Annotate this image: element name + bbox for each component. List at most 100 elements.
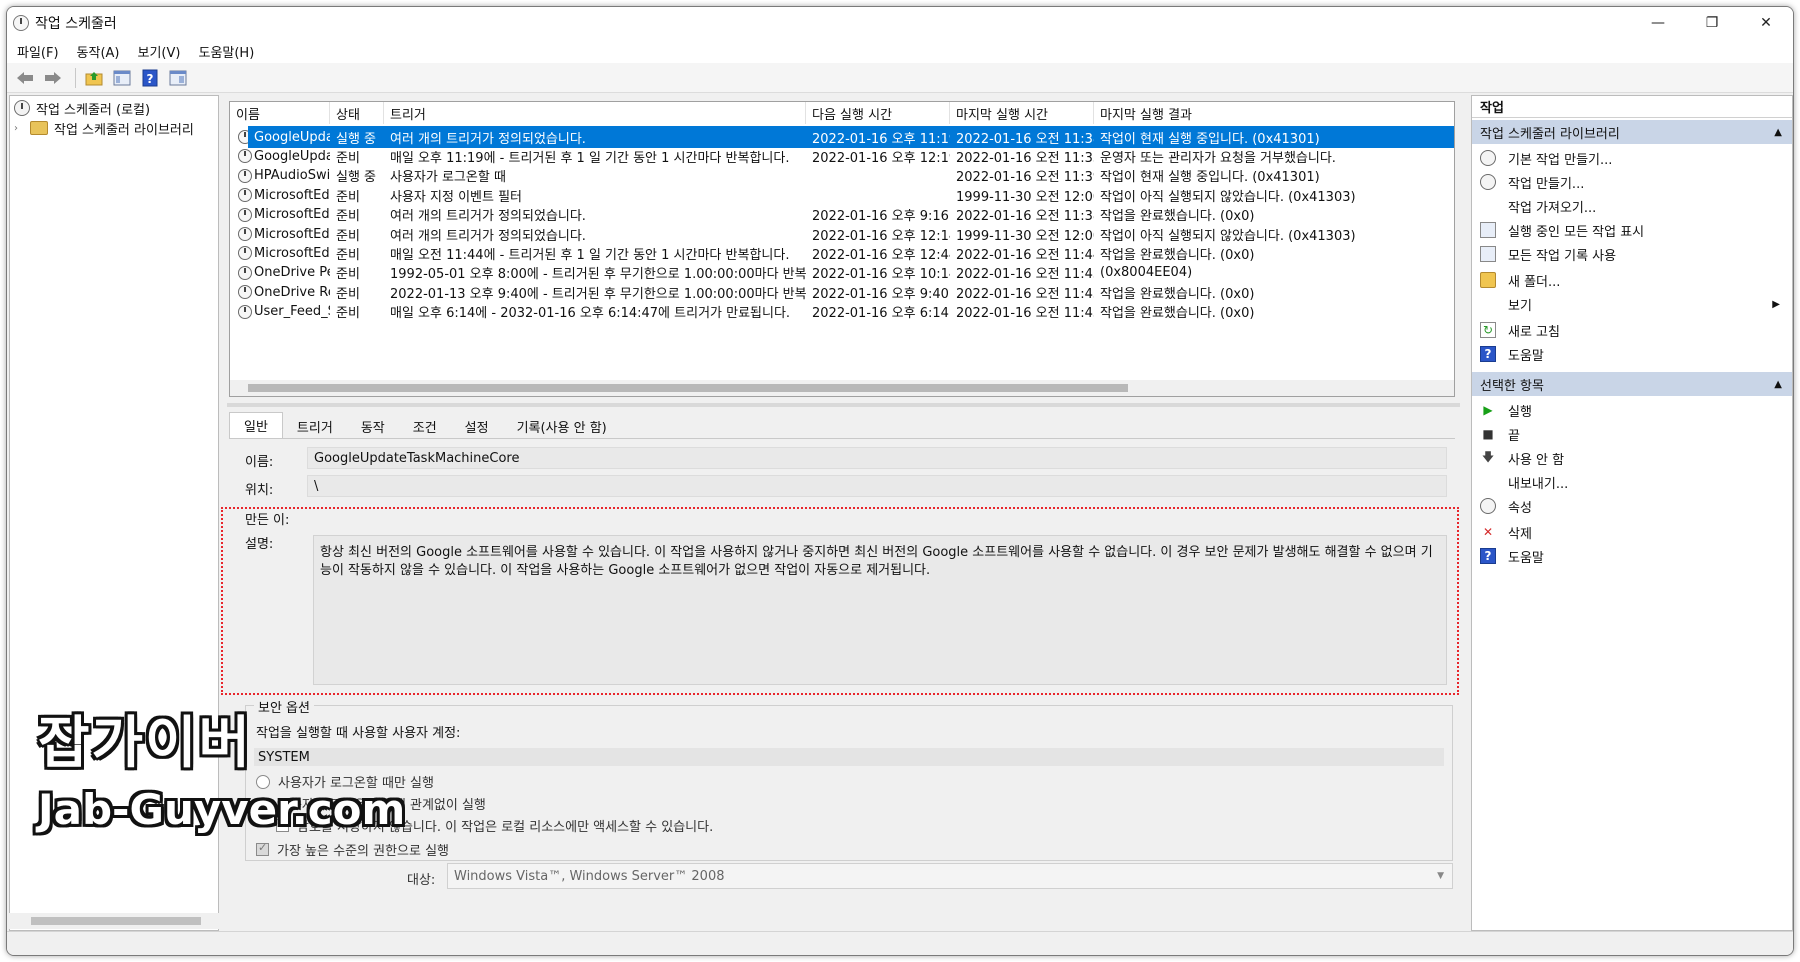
toolbar: ? xyxy=(7,63,1793,93)
submenu-arrow-icon: ▶ xyxy=(1772,298,1780,310)
action-label: 보기 xyxy=(1508,298,1532,314)
action-import-task[interactable]: 작업 가져오기... xyxy=(1480,194,1784,218)
action-new-folder[interactable]: 새 폴더... xyxy=(1480,268,1784,292)
help-button[interactable]: ? xyxy=(138,66,162,90)
column-header-next-run[interactable]: 다음 실행 시간 xyxy=(806,102,950,124)
action-label: 작업 만들기... xyxy=(1508,176,1585,192)
task-list: 이름 상태 트리거 다음 실행 시간 마지막 실행 시간 마지막 실행 결과 G… xyxy=(229,101,1455,397)
account-field[interactable]: SYSTEM xyxy=(254,748,1444,766)
action-pane-button[interactable] xyxy=(166,66,190,90)
action-label: 실행 xyxy=(1508,404,1532,420)
action-properties[interactable]: 속성 xyxy=(1480,494,1784,518)
configure-for-value: Windows Vista™, Windows Server™ 2008 xyxy=(454,868,725,884)
column-header-last-run[interactable]: 마지막 실행 시간 xyxy=(950,102,1094,124)
console-tree-button[interactable] xyxy=(110,66,134,90)
close-button[interactable]: ✕ xyxy=(1739,7,1793,39)
actions-pane: 작업 작업 스케줄러 라이브러리 ▲ 기본 작업 만들기... 작업 만들기..… xyxy=(1471,95,1793,931)
tree-item-library[interactable]: › 작업 스케줄러 라이브러리 xyxy=(14,118,194,138)
action-label: 도움말 xyxy=(1508,550,1544,566)
menu-action[interactable]: 동작(A) xyxy=(77,42,120,61)
column-header-last-result[interactable]: 마지막 실행 결과 xyxy=(1094,102,1454,124)
configure-for-label: 대상: xyxy=(407,873,436,888)
configure-for-select[interactable]: Windows Vista™, Windows Server™ 2008 ▼ xyxy=(447,863,1453,889)
action-label: 끝 xyxy=(1508,428,1520,444)
clock-icon xyxy=(14,100,30,116)
checkbox[interactable] xyxy=(256,841,269,856)
pane-icon xyxy=(113,70,131,85)
forward-button[interactable] xyxy=(41,66,65,90)
column-header-trigger[interactable]: 트리거 xyxy=(384,102,806,124)
help-icon: ? xyxy=(142,69,158,86)
tab-history[interactable]: 기록(사용 안 함) xyxy=(503,414,621,438)
menu-view[interactable]: 보기(V) xyxy=(138,42,181,61)
action-display-running-tasks[interactable]: 실행 중인 모든 작업 표시 xyxy=(1480,218,1784,242)
action-enable-history[interactable]: 모든 작업 기록 사용 xyxy=(1480,242,1784,266)
menu-help[interactable]: 도움말(H) xyxy=(198,42,254,61)
tab-general[interactable]: 일반 xyxy=(229,412,283,438)
tree-horizontal-scrollbar[interactable] xyxy=(9,913,219,929)
menu-file[interactable]: 파일(F) xyxy=(17,42,59,61)
back-button[interactable] xyxy=(13,66,37,90)
task-row[interactable]: User_Feed_S... 준비 매일 오후 6:14에 - 2032-01-16… xyxy=(230,301,1454,323)
maximize-button[interactable]: ❐ xyxy=(1685,7,1739,39)
action-create-task[interactable]: 작업 만들기... xyxy=(1480,170,1784,194)
action-create-basic-task[interactable]: 기본 작업 만들기... xyxy=(1480,146,1784,170)
action-view[interactable]: 보기 ▶ xyxy=(1480,292,1784,316)
section-title: 선택한 항목 xyxy=(1480,378,1544,394)
action-help-library[interactable]: ? 도움말 xyxy=(1480,342,1784,366)
action-disable[interactable]: 🡇 사용 안 함 xyxy=(1480,446,1784,470)
checkbox-highest-privileges[interactable]: 가장 높은 수준의 권한으로 실행 xyxy=(256,840,449,859)
tab-conditions[interactable]: 조건 xyxy=(399,414,451,438)
collapse-icon[interactable]: ▲ xyxy=(1774,127,1782,138)
pane-splitter[interactable] xyxy=(227,403,1460,407)
detail-tabs: 일반 트리거 동작 조건 설정 기록(사용 안 함) xyxy=(229,412,1455,439)
action-label: 삭제 xyxy=(1508,526,1532,542)
action-label: 도움말 xyxy=(1508,348,1544,364)
action-label: 새 폴더... xyxy=(1508,274,1561,290)
tab-settings[interactable]: 설정 xyxy=(451,414,503,438)
column-header-name[interactable]: 이름 xyxy=(230,102,330,124)
collapse-icon[interactable]: ▲ xyxy=(1774,379,1782,390)
section-library[interactable]: 작업 스케줄러 라이브러리 ▲ xyxy=(1472,120,1792,144)
up-folder-button[interactable] xyxy=(82,66,106,90)
tab-triggers[interactable]: 트리거 xyxy=(283,414,347,438)
tree-item-label: 작업 스케줄러 라이브러리 xyxy=(54,122,194,138)
clock-icon xyxy=(1480,498,1496,514)
scrollbar-thumb[interactable] xyxy=(31,917,201,925)
minimize-button[interactable]: — xyxy=(1631,7,1685,39)
action-label: 새로 고침 xyxy=(1508,324,1560,340)
action-end[interactable]: ■ 끝 xyxy=(1480,422,1784,446)
folder-icon xyxy=(1480,272,1496,288)
folder-icon xyxy=(30,121,48,135)
location-field[interactable]: \ xyxy=(307,475,1447,497)
action-export[interactable]: 내보내기... xyxy=(1480,470,1784,494)
clock-icon xyxy=(1480,174,1496,190)
name-field[interactable]: GoogleUpdateTaskMachineCore xyxy=(307,447,1447,469)
folder-up-icon xyxy=(85,71,103,85)
action-run[interactable]: ▶ 실행 xyxy=(1480,398,1784,422)
tab-actions[interactable]: 동작 xyxy=(347,414,399,438)
history-icon xyxy=(1480,246,1496,262)
watermark: 잡가이버 Jab-Guyver.com xyxy=(38,698,405,834)
arrow-right-icon xyxy=(45,71,61,84)
action-help-selected[interactable]: ? 도움말 xyxy=(1480,544,1784,568)
menu-bar: 파일(F) 동작(A) 보기(V) 도움말(H) xyxy=(7,39,1793,63)
task-list-horizontal-scrollbar[interactable] xyxy=(230,380,1454,396)
chevron-right-icon[interactable]: › xyxy=(14,123,26,134)
stop-icon: ■ xyxy=(1482,427,1494,441)
scrollbar-thumb[interactable] xyxy=(248,384,1128,392)
tree-item-root[interactable]: 작업 스케줄러 (로컬) xyxy=(14,98,150,118)
help-icon: ? xyxy=(1480,346,1496,362)
clock-icon xyxy=(1480,150,1496,166)
action-label: 작업 가져오기... xyxy=(1508,200,1597,216)
pane-icon xyxy=(169,70,187,85)
action-refresh[interactable]: ↻ 새로 고침 xyxy=(1480,318,1784,342)
cell-last-result: 작업을 완료했습니다. (0x0) xyxy=(1100,306,1255,322)
tree-item-label: 작업 스케줄러 (로컬) xyxy=(36,102,151,118)
action-delete[interactable]: ✕ 삭제 xyxy=(1480,520,1784,544)
actions-pane-header: 작업 xyxy=(1472,96,1792,118)
list-icon xyxy=(1480,222,1496,238)
window-controls: — ❐ ✕ xyxy=(1631,7,1793,39)
column-header-status[interactable]: 상태 xyxy=(330,102,384,124)
section-selected-item[interactable]: 선택한 항목 ▲ xyxy=(1472,372,1792,396)
